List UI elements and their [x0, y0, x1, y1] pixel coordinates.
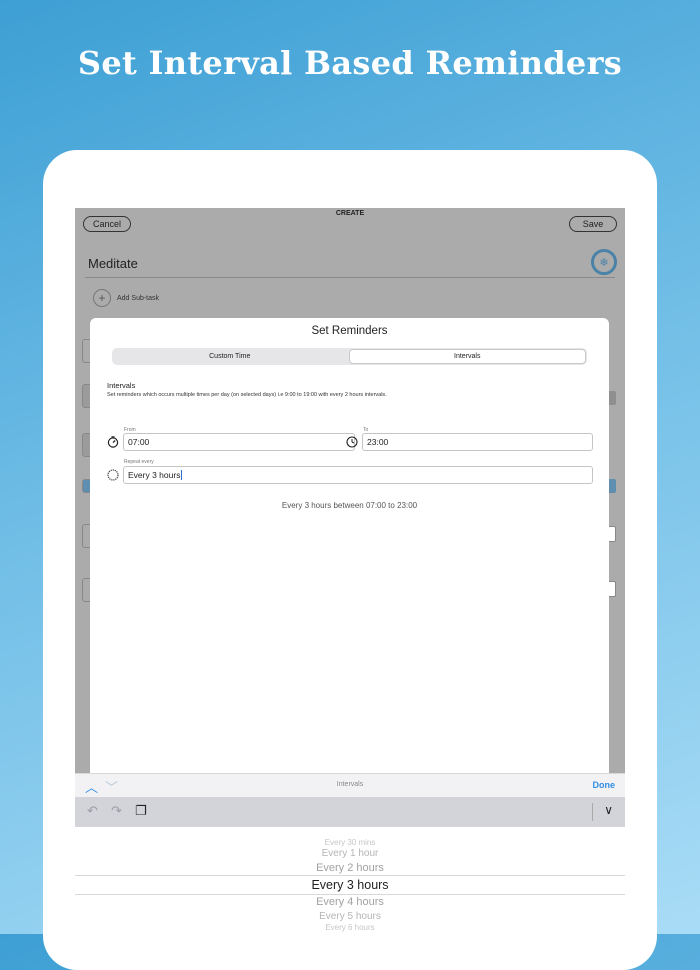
- toolbar-divider: [592, 803, 593, 821]
- cancel-button[interactable]: Cancel: [83, 216, 131, 232]
- undo-icon[interactable]: ↶: [87, 803, 98, 819]
- picker-divider: [75, 894, 625, 895]
- tab-intervals[interactable]: Intervals: [348, 349, 586, 364]
- interval-summary: Every 3 hours between 07:00 to 23:00: [281, 501, 418, 510]
- section-title: Intervals: [107, 381, 136, 390]
- from-time-field[interactable]: 07:00: [123, 433, 355, 451]
- interval-picker[interactable]: Every 30 mins Every 1 hour Every 2 hours…: [75, 827, 625, 934]
- picker-divider: [75, 875, 625, 876]
- repeat-interval-field[interactable]: Every 3 hours: [123, 466, 593, 484]
- done-button[interactable]: Done: [593, 780, 616, 790]
- plus-icon: +: [93, 289, 111, 307]
- repeat-label: Repeat every: [124, 459, 154, 465]
- accessory-title: Intervals: [336, 781, 364, 788]
- mode-segmented-control: Custom Time Intervals: [112, 348, 587, 365]
- create-title: CREATE: [335, 210, 365, 217]
- keyboard-toolbar: ↶ ↷ ❐ ∨: [75, 797, 625, 827]
- hidden-control: [608, 391, 616, 405]
- section-description: Set reminders which occurs multiple time…: [107, 392, 387, 398]
- task-icon[interactable]: ❄: [591, 249, 617, 275]
- modal-title: Set Reminders: [311, 325, 388, 337]
- reminders-modal: Set Reminders Custom Time Intervals Inte…: [90, 318, 609, 788]
- picker-option-selected[interactable]: Every 3 hours: [75, 878, 625, 892]
- redo-icon[interactable]: ↷: [111, 803, 122, 819]
- task-underline: [85, 277, 615, 278]
- repeat-icon: [107, 469, 119, 481]
- hidden-control: [608, 479, 616, 493]
- picker-option[interactable]: Every 2 hours: [75, 862, 625, 874]
- clock-icon: [346, 436, 358, 448]
- picker-option[interactable]: Every 6 hours: [75, 923, 625, 932]
- to-time-field[interactable]: 23:00: [362, 433, 593, 451]
- add-subtask-button[interactable]: + Add Sub-task: [93, 289, 159, 307]
- timer-icon: [107, 436, 119, 448]
- repeat-interval-value: Every 3 hours: [128, 470, 181, 480]
- picker-option[interactable]: Every 4 hours: [75, 896, 625, 908]
- add-subtask-label: Add Sub-task: [117, 294, 160, 302]
- text-caret: [181, 470, 183, 480]
- picker-option[interactable]: Every 1 hour: [75, 848, 625, 859]
- save-button[interactable]: Save: [569, 216, 617, 232]
- keyboard-accessory-bar: ︿ ﹀ Intervals Done: [75, 773, 625, 798]
- dismiss-keyboard-icon[interactable]: ∨: [604, 803, 613, 817]
- tab-custom-time[interactable]: Custom Time: [112, 348, 348, 365]
- task-name[interactable]: Meditate: [88, 256, 138, 271]
- picker-option[interactable]: Every 5 hours: [75, 911, 625, 922]
- picker-option[interactable]: Every 30 mins: [75, 838, 625, 847]
- headline: Set Interval Based Reminders: [77, 44, 623, 82]
- paste-icon[interactable]: ❐: [135, 803, 147, 819]
